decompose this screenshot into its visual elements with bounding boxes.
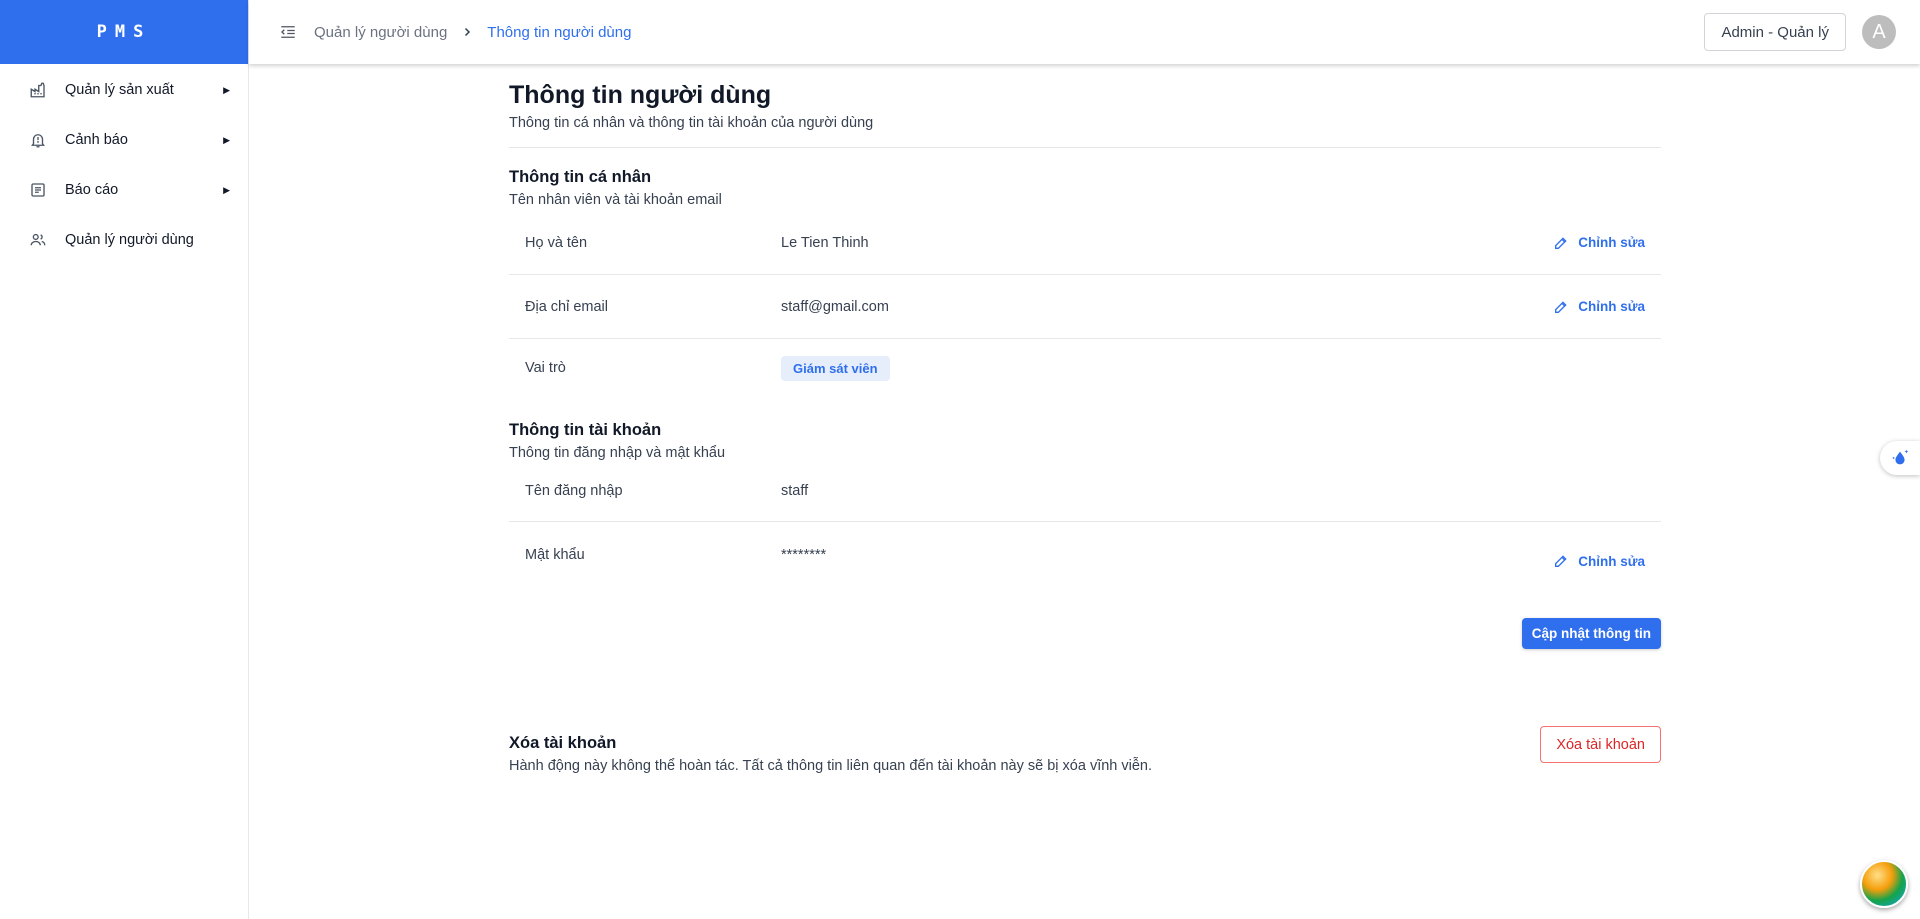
- role-badge: Giám sát viên: [781, 355, 890, 381]
- caret-right-icon: ▶: [223, 84, 230, 95]
- section-subtitle: Thông tin đăng nhập và mật khẩu: [509, 445, 726, 461]
- divider: [509, 147, 1661, 148]
- sidebar-item-label: Cảnh báo: [65, 132, 128, 148]
- sidebar-item-production[interactable]: Quản lý sản xuất ▶: [0, 65, 248, 115]
- users-icon: [28, 230, 48, 250]
- fullname-label: Họ và tên: [525, 234, 588, 251]
- email-value: staff@gmail.com: [781, 298, 889, 315]
- page-title: Thông tin người dùng: [509, 81, 772, 109]
- fullname-row: Họ và tên Le Tien Thinh Chỉnh sửa: [509, 211, 1661, 275]
- pencil-icon: [1553, 235, 1569, 251]
- fullname-value: Le Tien Thinh: [781, 234, 869, 251]
- edit-label: Chỉnh sửa: [1578, 553, 1645, 569]
- account-info-section: Thông tin tài khoản Thông tin đăng nhập …: [509, 421, 1661, 594]
- role-row: Vai trò Giám sát viên: [509, 339, 1661, 397]
- sidebar-item-reports[interactable]: Báo cáo ▶: [0, 165, 248, 215]
- chevron-right-icon: [461, 26, 473, 38]
- password-row: Mật khẩu ******** Chỉnh sửa: [509, 522, 1661, 594]
- section-title: Thông tin cá nhân: [509, 168, 652, 186]
- sidebar-nav: Quản lý sản xuất ▶ Cảnh báo ▶ Báo cáo ▶: [0, 64, 248, 265]
- page-subtitle: Thông tin cá nhân và thông tin tài khoản…: [509, 115, 874, 131]
- section-subtitle: Tên nhân viên và tài khoản email: [509, 192, 722, 208]
- delete-account-button[interactable]: Xóa tài khoản: [1540, 726, 1661, 763]
- personal-info-section: Thông tin cá nhân Tên nhân viên và tài k…: [509, 168, 1661, 397]
- bell-alert-icon: [28, 130, 48, 150]
- update-info-button[interactable]: Cập nhật thông tin: [1521, 618, 1661, 649]
- sidebar: PMS Quản lý sản xuất ▶ Cảnh báo ▶ Báo cá…: [0, 0, 249, 919]
- username-label: Tên đăng nhập: [525, 483, 623, 499]
- sidebar-item-users[interactable]: Quản lý người dùng: [0, 215, 248, 265]
- avatar[interactable]: A: [1862, 15, 1896, 49]
- edit-password-button[interactable]: Chỉnh sửa: [1553, 553, 1661, 569]
- email-label: Địa chỉ email: [525, 298, 608, 315]
- password-label: Mật khẩu: [525, 547, 585, 563]
- edit-label: Chỉnh sửa: [1578, 299, 1645, 314]
- password-value: ********: [781, 547, 827, 563]
- caret-right-icon: ▶: [223, 184, 230, 195]
- sidebar-item-label: Quản lý người dùng: [65, 232, 194, 248]
- delete-account-section: Xóa tài khoản Hành động này không thể ho…: [509, 726, 1661, 774]
- username-row: Tên đăng nhập staff: [509, 461, 1661, 522]
- top-bar: Quản lý người dùng Thông tin người dùng …: [249, 0, 1920, 64]
- section-title: Thông tin tài khoản: [509, 421, 662, 439]
- username-value: staff: [781, 483, 809, 499]
- sidebar-item-label: Quản lý sản xuất: [65, 82, 174, 98]
- edit-email-button[interactable]: Chỉnh sửa: [1553, 299, 1661, 315]
- droplet-sparkle-icon[interactable]: [1880, 441, 1920, 475]
- main-content: Thông tin người dùng Thông tin cá nhân v…: [509, 64, 1661, 774]
- delete-description: Hành động này không thể hoàn tác. Tất cả…: [509, 758, 1153, 774]
- breadcrumb-current: Thông tin người dùng: [487, 23, 632, 41]
- edit-fullname-button[interactable]: Chỉnh sửa: [1553, 235, 1661, 251]
- pencil-icon: [1553, 299, 1569, 315]
- caret-right-icon: ▶: [223, 134, 230, 145]
- update-actions: Cập nhật thông tin: [509, 618, 1661, 658]
- sidebar-item-label: Báo cáo: [65, 182, 119, 198]
- app-root: PMS Quản lý sản xuất ▶ Cảnh báo ▶ Báo cá…: [0, 0, 1920, 919]
- report-icon: [28, 180, 48, 200]
- edit-label: Chỉnh sửa: [1578, 235, 1645, 250]
- breadcrumb-parent[interactable]: Quản lý người dùng: [314, 24, 447, 41]
- section-title: Xóa tài khoản: [509, 734, 617, 752]
- email-row: Địa chỉ email staff@gmail.com Chỉnh sửa: [509, 275, 1661, 339]
- menu-collapse-icon[interactable]: [279, 22, 299, 42]
- pencil-icon: [1553, 553, 1569, 569]
- floating-assistant-button[interactable]: [1860, 860, 1908, 908]
- app-logo[interactable]: PMS: [0, 0, 248, 64]
- factory-icon: [28, 80, 48, 100]
- role-label: Vai trò: [525, 360, 566, 376]
- role-button[interactable]: Admin - Quản lý: [1704, 13, 1846, 51]
- sidebar-item-alerts[interactable]: Cảnh báo ▶: [0, 115, 248, 165]
